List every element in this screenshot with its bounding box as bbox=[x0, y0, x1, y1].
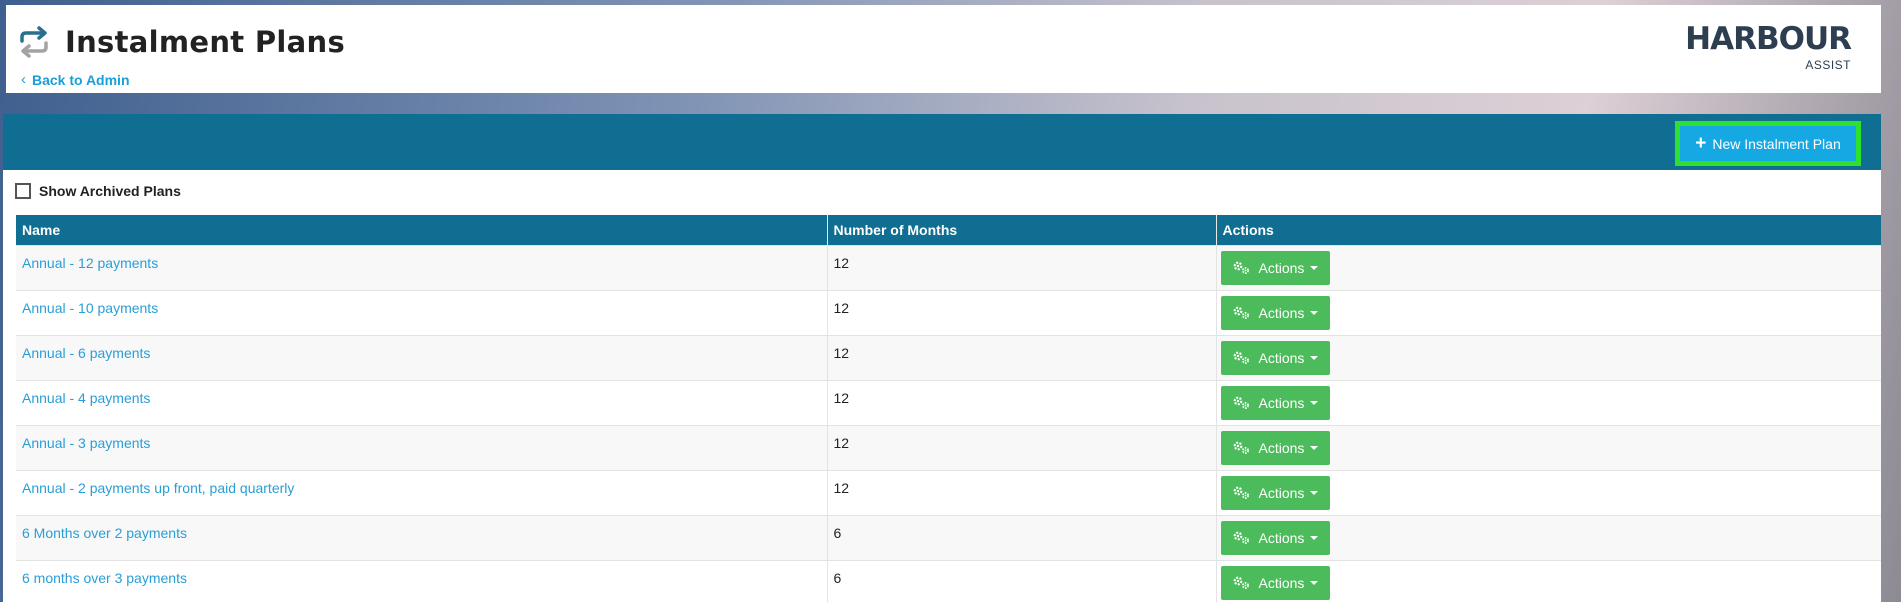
actions-dropdown-button[interactable]: Actions bbox=[1220, 430, 1330, 465]
caret-down-icon bbox=[1310, 535, 1319, 540]
show-archived-toggle[interactable]: Show Archived Plans bbox=[15, 183, 181, 199]
name-cell: 6 Months over 2 payments bbox=[16, 514, 828, 560]
name-cell: Annual - 2 payments up front, paid quart… bbox=[16, 469, 828, 515]
show-archived-checkbox[interactable] bbox=[15, 183, 31, 199]
main-panel: + New Instalment Plan Show Archived Plan… bbox=[3, 114, 1881, 602]
gears-icon bbox=[1233, 486, 1249, 499]
gears-icon bbox=[1233, 351, 1249, 364]
months-cell: 6 bbox=[827, 514, 1217, 560]
chevron-left-icon: ‹ bbox=[21, 71, 26, 88]
show-archived-label: Show Archived Plans bbox=[39, 183, 181, 199]
column-header-name[interactable]: Name bbox=[16, 215, 828, 245]
actions-cell: Actions bbox=[1216, 514, 1881, 560]
table-row: Annual - 3 payments 12 Actions bbox=[16, 424, 1881, 470]
page-header: Instalment Plans ‹ Back to Admin HARBOUR… bbox=[6, 5, 1881, 93]
name-cell: Annual - 10 payments bbox=[16, 289, 828, 335]
months-cell: 6 bbox=[827, 559, 1217, 602]
gears-icon bbox=[1233, 306, 1249, 319]
toolbar: + New Instalment Plan bbox=[3, 114, 1881, 170]
name-cell: 6 months over 3 payments bbox=[16, 559, 828, 602]
actions-cell: Actions bbox=[1216, 289, 1881, 335]
actions-dropdown-button[interactable]: Actions bbox=[1220, 250, 1330, 285]
table-row: Annual - 6 payments 12 Actions bbox=[16, 334, 1881, 380]
plan-name-link[interactable]: 6 Months over 2 payments bbox=[22, 525, 187, 541]
gears-icon bbox=[1233, 531, 1249, 544]
logo-sub-text: ASSIST bbox=[1805, 58, 1851, 72]
caret-down-icon bbox=[1310, 265, 1319, 270]
actions-cell: Actions bbox=[1216, 334, 1881, 380]
months-cell: 12 bbox=[827, 469, 1217, 515]
plan-name-link[interactable]: 6 months over 3 payments bbox=[22, 570, 187, 586]
actions-label: Actions bbox=[1258, 574, 1305, 591]
months-cell: 12 bbox=[827, 289, 1217, 335]
table-row: Annual - 4 payments 12 Actions bbox=[16, 379, 1881, 425]
plan-name-link[interactable]: Annual - 4 payments bbox=[22, 390, 150, 406]
table-header-row: Name Number of Months Actions bbox=[16, 215, 1881, 245]
instalment-plans-table: Name Number of Months Actions Annual - 1… bbox=[16, 215, 1881, 602]
actions-cell: Actions bbox=[1216, 424, 1881, 470]
caret-down-icon bbox=[1310, 400, 1319, 405]
months-cell: 12 bbox=[827, 379, 1217, 425]
table-row: 6 months over 3 payments 6 Actions bbox=[16, 559, 1881, 602]
gears-icon bbox=[1233, 261, 1249, 274]
caret-down-icon bbox=[1310, 445, 1319, 450]
gears-icon bbox=[1233, 441, 1249, 454]
actions-label: Actions bbox=[1258, 484, 1305, 501]
caret-down-icon bbox=[1310, 310, 1319, 315]
table-row: Annual - 12 payments 12 Actions bbox=[16, 244, 1881, 290]
plus-icon: + bbox=[1695, 133, 1707, 154]
new-button-label: New Instalment Plan bbox=[1712, 135, 1841, 152]
actions-label: Actions bbox=[1258, 529, 1305, 546]
months-cell: 12 bbox=[827, 244, 1217, 290]
column-header-actions: Actions bbox=[1216, 215, 1881, 245]
months-cell: 12 bbox=[827, 334, 1217, 380]
gears-icon bbox=[1233, 576, 1249, 589]
name-cell: Annual - 4 payments bbox=[16, 379, 828, 425]
months-cell: 12 bbox=[827, 424, 1217, 470]
actions-dropdown-button[interactable]: Actions bbox=[1220, 520, 1330, 555]
actions-dropdown-button[interactable]: Actions bbox=[1220, 475, 1330, 510]
actions-cell: Actions bbox=[1216, 379, 1881, 425]
new-instalment-plan-button[interactable]: + New Instalment Plan bbox=[1675, 121, 1861, 166]
column-header-months[interactable]: Number of Months bbox=[827, 215, 1217, 245]
page-title: Instalment Plans bbox=[65, 25, 346, 59]
name-cell: Annual - 12 payments bbox=[16, 244, 828, 290]
table-row: Annual - 2 payments up front, paid quart… bbox=[16, 469, 1881, 515]
back-to-admin-link[interactable]: ‹ Back to Admin bbox=[21, 71, 130, 88]
table-row: Annual - 10 payments 12 Actions bbox=[16, 289, 1881, 335]
name-cell: Annual - 3 payments bbox=[16, 424, 828, 470]
plan-name-link[interactable]: Annual - 2 payments up front, paid quart… bbox=[22, 480, 294, 496]
actions-cell: Actions bbox=[1216, 559, 1881, 602]
back-link-label: Back to Admin bbox=[32, 71, 130, 88]
actions-label: Actions bbox=[1258, 259, 1305, 276]
actions-label: Actions bbox=[1258, 394, 1305, 411]
gears-icon bbox=[1233, 396, 1249, 409]
logo-main-text: HARBOUR bbox=[1685, 21, 1852, 57]
plan-name-link[interactable]: Annual - 3 payments bbox=[22, 435, 150, 451]
table-row: 6 Months over 2 payments 6 Actions bbox=[16, 514, 1881, 560]
plan-name-link[interactable]: Annual - 12 payments bbox=[22, 255, 158, 271]
name-cell: Annual - 6 payments bbox=[16, 334, 828, 380]
harbour-assist-logo: HARBOUR ASSIST bbox=[1681, 21, 1852, 73]
actions-label: Actions bbox=[1258, 439, 1305, 456]
plan-name-link[interactable]: Annual - 10 payments bbox=[22, 300, 158, 316]
plan-name-link[interactable]: Annual - 6 payments bbox=[22, 345, 150, 361]
actions-dropdown-button[interactable]: Actions bbox=[1220, 385, 1330, 420]
actions-dropdown-button[interactable]: Actions bbox=[1220, 340, 1330, 375]
actions-label: Actions bbox=[1258, 304, 1305, 321]
actions-label: Actions bbox=[1258, 349, 1305, 366]
actions-dropdown-button[interactable]: Actions bbox=[1220, 295, 1330, 330]
caret-down-icon bbox=[1310, 580, 1319, 585]
repeat-icon bbox=[20, 26, 48, 58]
caret-down-icon bbox=[1310, 490, 1319, 495]
actions-dropdown-button[interactable]: Actions bbox=[1220, 565, 1330, 600]
actions-cell: Actions bbox=[1216, 469, 1881, 515]
caret-down-icon bbox=[1310, 355, 1319, 360]
actions-cell: Actions bbox=[1216, 244, 1881, 290]
